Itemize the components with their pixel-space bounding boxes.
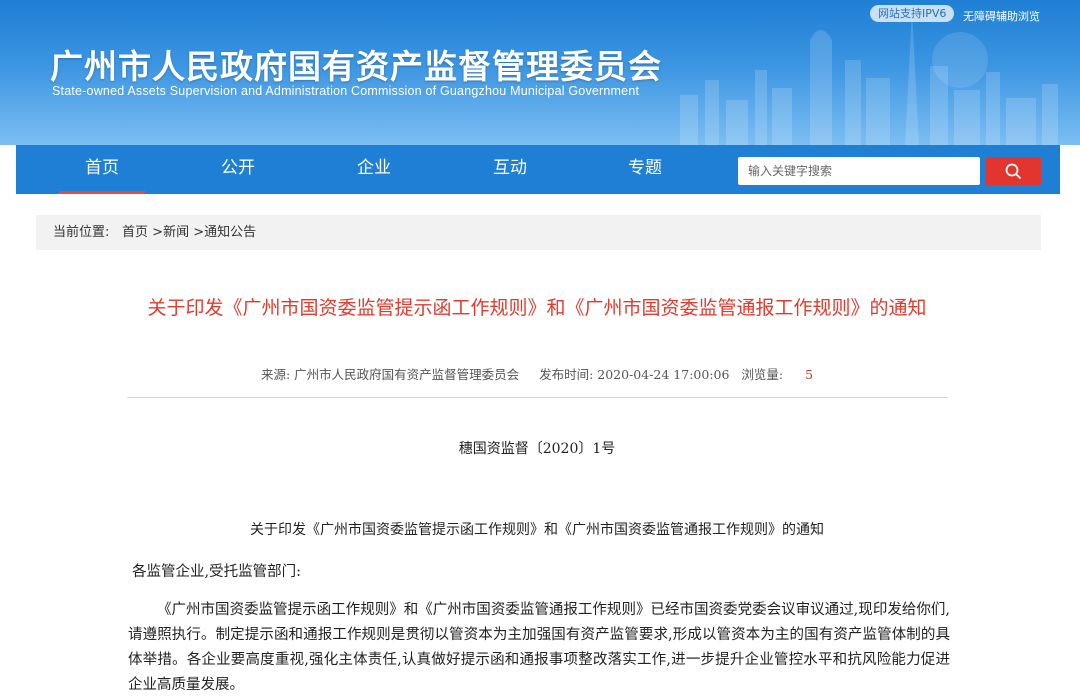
breadcrumb-separator: > <box>193 225 205 240</box>
breadcrumb: 当前位置: 首页 >新闻 >通知公告 <box>36 215 1041 250</box>
source-value: 广州市人民政府国有资产监督管理委员会 <box>294 367 520 382</box>
nav-item-home[interactable]: 首页 <box>59 145 145 194</box>
nav-item-open[interactable]: 公开 <box>195 145 281 194</box>
article-meta: 来源: 广州市人民政府国有资产监督管理委员会 发布时间: 2020-04-24 … <box>122 364 952 383</box>
site-header: 网站支持IPV6 无障碍辅助浏览 广州市人民政府国有资产监督管理委员会 Stat… <box>0 0 1080 145</box>
breadcrumb-home[interactable]: 首页 <box>122 225 148 240</box>
document-salutation: 各监管企业,受托监管部门: <box>132 564 301 580</box>
search-button[interactable] <box>985 157 1041 185</box>
breadcrumb-separator: > <box>152 225 164 240</box>
breadcrumb-notices[interactable]: 通知公告 <box>204 225 256 240</box>
search-icon <box>1005 163 1021 179</box>
nav-item-interaction[interactable]: 互动 <box>467 145 553 194</box>
site-title: 广州市人民政府国有资产监督管理委员会 <box>50 47 662 86</box>
source-label: 来源: <box>260 367 291 382</box>
views-count: 5 <box>805 367 814 382</box>
document-body-paragraph: 《广州市国资委监管提示函工作规则》和《广州市国资委监管通报工作规则》已经市国资委… <box>128 602 950 693</box>
nav-item-topics[interactable]: 专题 <box>602 145 688 194</box>
ipv6-support-badge: 网站支持IPV6 <box>870 5 955 22</box>
publish-time-value: 2020-04-24 17:00:06 <box>597 367 730 382</box>
publish-time-label: 发布时间: <box>539 367 594 382</box>
breadcrumb-path: 首页 >新闻 >通知公告 <box>122 215 256 250</box>
document-heading: 关于印发《广州市国资委监管提示函工作规则》和《广州市国资委监管通报工作规则》的通… <box>250 522 824 538</box>
views-label: 浏览量: <box>741 367 784 382</box>
search-input[interactable] <box>738 157 980 185</box>
article-title: 关于印发《广州市国资委监管提示函工作规则》和《广州市国资委监管通报工作规则》的通… <box>147 297 927 319</box>
site-subtitle: State-owned Assets Supervision and Admin… <box>52 84 640 98</box>
document-number: 穗国资监督〔2020〕1号 <box>458 441 616 457</box>
meta-divider <box>127 397 948 398</box>
breadcrumb-label: 当前位置: <box>53 225 110 240</box>
nav-item-enterprise[interactable]: 企业 <box>331 145 417 194</box>
breadcrumb-news[interactable]: 新闻 <box>163 225 189 240</box>
accessibility-link[interactable]: 无障碍辅助浏览 <box>963 8 1040 24</box>
